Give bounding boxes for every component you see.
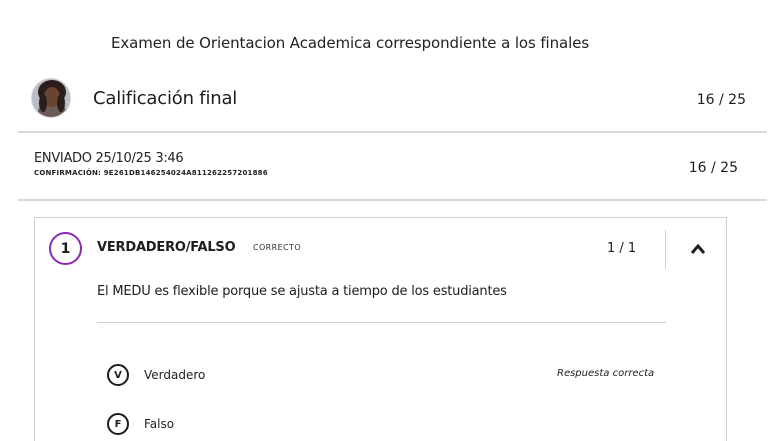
submission-date: ENVIADO 25/10/25 3:46 (34, 151, 184, 166)
submission-info: ENVIADO 25/10/25 3:46 CONFIRMACIÓN: 9E26… (34, 151, 268, 177)
correct-answer-note: Respuesta correcta (557, 368, 655, 379)
submission-score: 16 / 25 (688, 160, 738, 176)
vertical-divider (665, 230, 666, 269)
divider (18, 199, 767, 201)
option-badge-f: F (107, 413, 129, 435)
option-falso: F Falso (107, 412, 174, 436)
divider (18, 131, 767, 133)
final-grade-label: Calificación final (93, 88, 238, 109)
question-text: El MEDU es flexible porque se ajusta a t… (97, 284, 507, 299)
final-grade-row: Calificación final 16 / 25 (0, 72, 784, 130)
avatar (31, 78, 71, 118)
option-label: Verdadero (144, 368, 206, 382)
exam-title: Examen de Orientacion Academica correspo… (111, 34, 590, 52)
collapse-question-button[interactable] (685, 238, 711, 260)
option-label: Falso (144, 417, 175, 431)
divider (97, 322, 666, 323)
question-card: 1 VERDADERO/FALSO CORRECTO 1 / 1 El MEDU… (34, 217, 727, 441)
chevron-up-icon (690, 243, 706, 254)
option-verdadero: V Verdadero (107, 363, 205, 387)
option-badge-v: V (107, 364, 129, 386)
confirmation-code: CONFIRMACIÓN: 9E261DB146254024A811262257… (34, 169, 268, 177)
question-number: 1 (49, 232, 82, 265)
question-type: VERDADERO/FALSO (97, 240, 236, 255)
question-score: 1 / 1 (607, 241, 637, 256)
question-status-badge: CORRECTO (253, 243, 302, 252)
final-grade-score: 16 / 25 (696, 92, 746, 108)
